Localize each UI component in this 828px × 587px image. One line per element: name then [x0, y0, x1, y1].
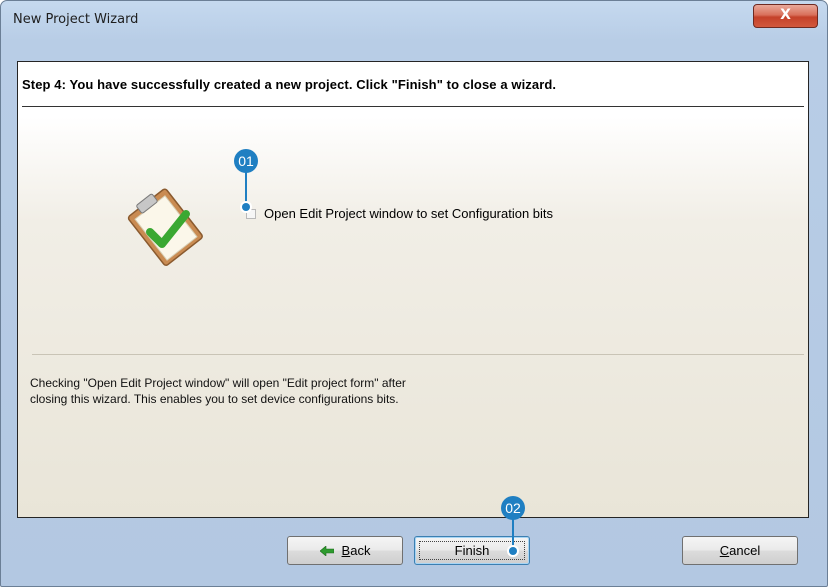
open-edit-project-label[interactable]: Open Edit Project window to set Configur…: [264, 206, 553, 221]
back-button[interactable]: Back: [287, 536, 403, 565]
step-heading: Step 4: You have successfully created a …: [22, 77, 557, 92]
section-divider: [32, 354, 804, 355]
close-icon: X: [780, 7, 791, 23]
info-text: Checking "Open Edit Project window" will…: [30, 375, 590, 407]
cancel-button[interactable]: Cancel: [682, 536, 798, 565]
callout-badge-02: 02: [501, 496, 525, 520]
window-title: New Project Wizard: [13, 12, 139, 27]
callout-leader-01: [245, 172, 247, 205]
close-button[interactable]: X: [753, 4, 818, 28]
callout-badge-01: 01: [234, 149, 258, 173]
title-bar: New Project Wizard X: [1, 1, 827, 41]
callout-dot-02: [509, 547, 517, 555]
cancel-button-mnemonic: C: [719, 543, 730, 558]
info-line-2: closing this wizard. This enables you to…: [30, 392, 399, 406]
cancel-button-label: ancel: [729, 543, 761, 558]
callout-dot-01: [242, 203, 250, 211]
wizard-content-panel: Step 4: You have successfully created a …: [17, 61, 809, 518]
wizard-window: New Project Wizard X Step 4: You have su…: [0, 0, 828, 587]
back-button-label: ack: [350, 543, 371, 558]
back-arrow-icon: [319, 546, 334, 556]
heading-divider: [22, 106, 804, 107]
finish-button-label: Finish: [454, 543, 490, 558]
clipboard-check-icon: [127, 188, 203, 266]
info-line-1: Checking "Open Edit Project window" will…: [30, 376, 406, 390]
back-button-mnemonic: B: [341, 543, 351, 558]
